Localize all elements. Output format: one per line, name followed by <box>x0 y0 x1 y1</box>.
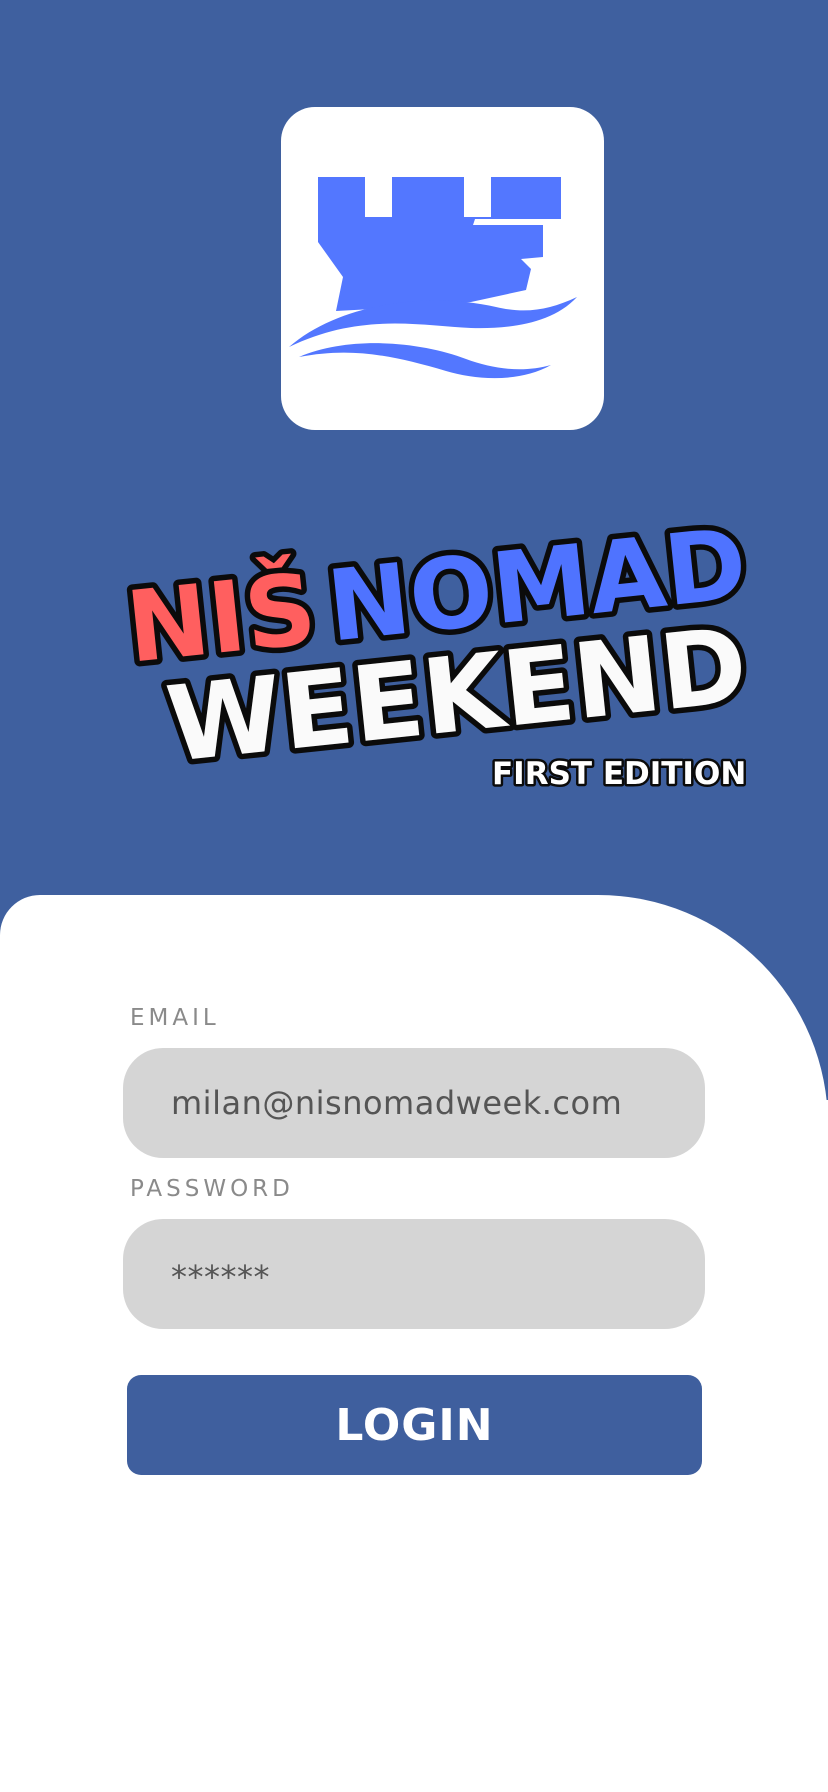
password-label: PASSWORD <box>130 1176 294 1202</box>
login-button-label: LOGIN <box>335 1399 494 1451</box>
email-value: milan@nisnomadweek.com <box>171 1084 623 1122</box>
login-card <box>0 895 828 1792</box>
login-button[interactable]: LOGIN <box>127 1375 702 1475</box>
event-title: NIŠ NOMAD WEEKEND FIRST EDITION <box>0 0 828 820</box>
edition-label: FIRST EDITION <box>492 756 746 792</box>
email-field[interactable]: milan@nisnomadweek.com <box>123 1048 705 1158</box>
password-value: ****** <box>171 1258 270 1296</box>
email-label: EMAIL <box>130 1005 220 1031</box>
password-field[interactable]: ****** <box>123 1219 705 1329</box>
